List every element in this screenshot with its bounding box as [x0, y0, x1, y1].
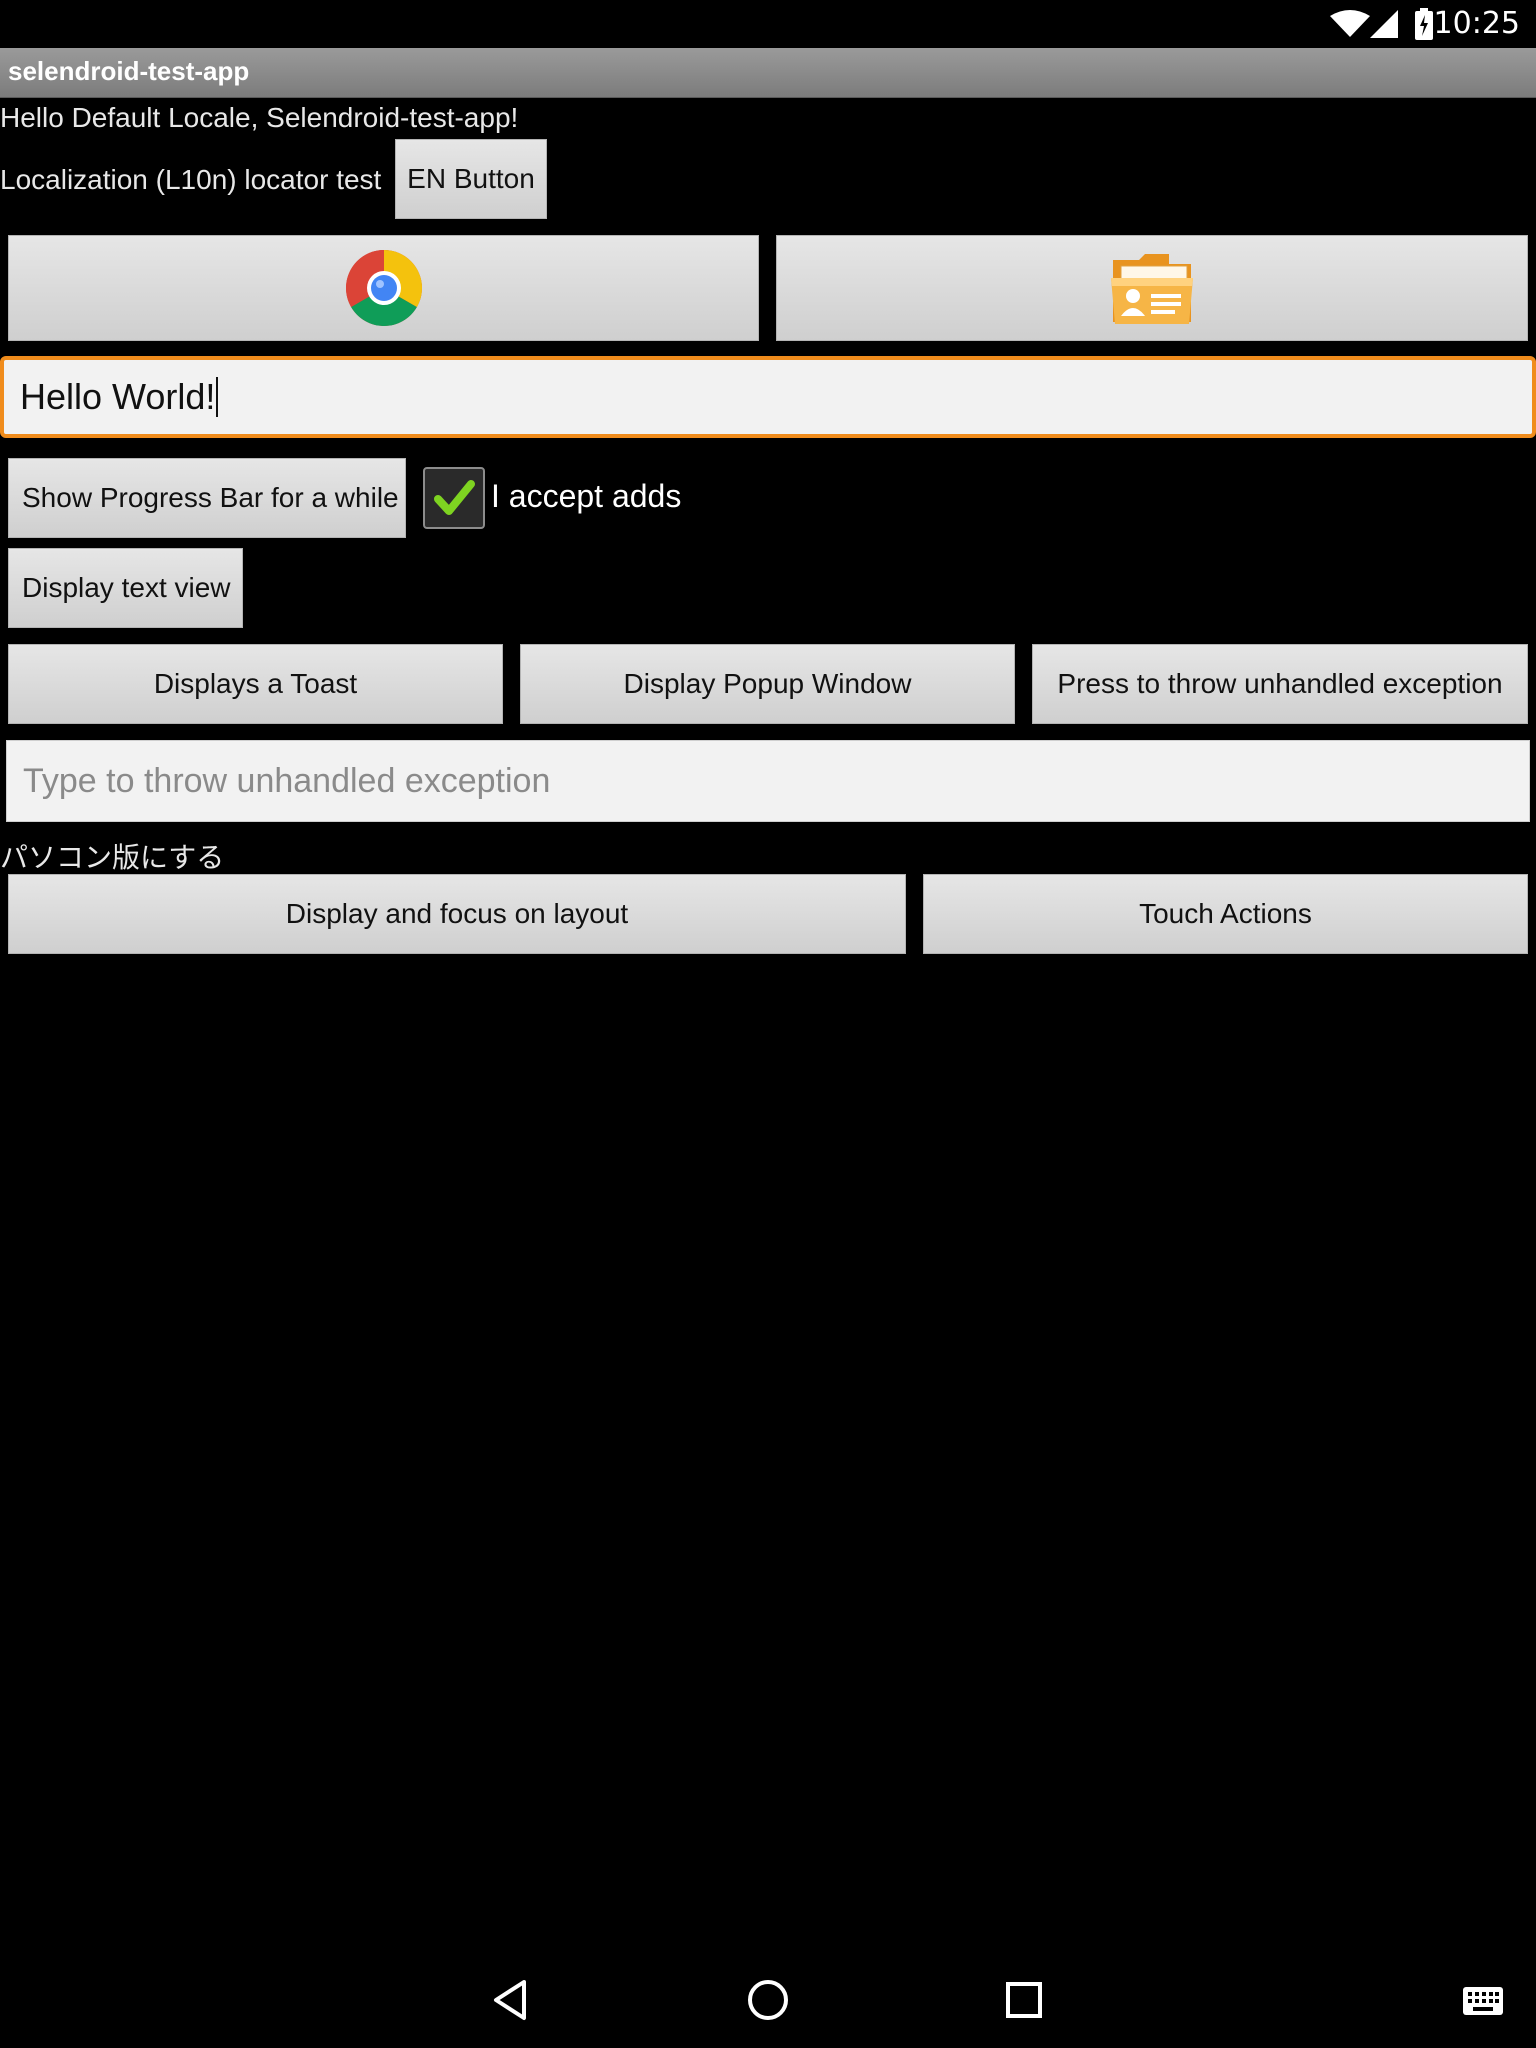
- app-title: selendroid-test-app: [8, 56, 250, 86]
- greeting-text: Hello Default Locale, Selendroid-test-ap…: [0, 102, 519, 133]
- home-icon[interactable]: [746, 1978, 790, 2022]
- status-bar: 10:25: [0, 0, 1536, 48]
- display-text-view-button[interactable]: Display text view: [8, 548, 243, 628]
- back-icon[interactable]: [490, 1978, 530, 2022]
- display-focus-layout-button[interactable]: Display and focus on layout: [8, 874, 906, 954]
- exception-input-placeholder: Type to throw unhandled exception: [23, 761, 551, 800]
- throw-exception-button[interactable]: Press to throw unhandled exception: [1032, 644, 1528, 724]
- display-popup-window-button[interactable]: Display Popup Window: [520, 644, 1015, 724]
- wifi-icon: [1330, 10, 1370, 37]
- checkmark-icon: [434, 480, 475, 515]
- display-toast-button[interactable]: Displays a Toast: [8, 644, 503, 724]
- accept-adds-checkbox[interactable]: [423, 467, 485, 529]
- japanese-link-text[interactable]: パソコン版にする: [0, 836, 224, 876]
- main-text-input-value: Hello World!: [20, 376, 216, 417]
- keyboard-icon[interactable]: [1462, 1986, 1504, 2016]
- signal-icon: [1370, 10, 1398, 38]
- action-bar: selendroid-test-app: [0, 48, 1536, 98]
- battery-icon: [1415, 8, 1433, 40]
- exception-text-input[interactable]: Type to throw unhandled exception: [6, 740, 1530, 822]
- accept-adds-label[interactable]: I accept adds: [491, 478, 681, 515]
- recents-icon[interactable]: [1004, 1980, 1044, 2020]
- contacts-button[interactable]: [776, 235, 1528, 341]
- text-caret: [216, 377, 219, 417]
- status-time: 10:25: [1433, 6, 1520, 41]
- show-progress-bar-button[interactable]: Show Progress Bar for a while: [8, 458, 406, 538]
- l10n-label: Localization (L10n) locator test: [0, 164, 382, 195]
- navigation-bar: [0, 1948, 1536, 2048]
- touch-actions-button[interactable]: Touch Actions: [923, 874, 1528, 954]
- chrome-icon: [345, 250, 422, 326]
- contacts-folder-icon: [1111, 254, 1193, 324]
- main-text-input[interactable]: Hello World!: [0, 356, 1536, 438]
- en-button[interactable]: EN Button: [395, 139, 547, 219]
- chrome-button[interactable]: [8, 235, 759, 341]
